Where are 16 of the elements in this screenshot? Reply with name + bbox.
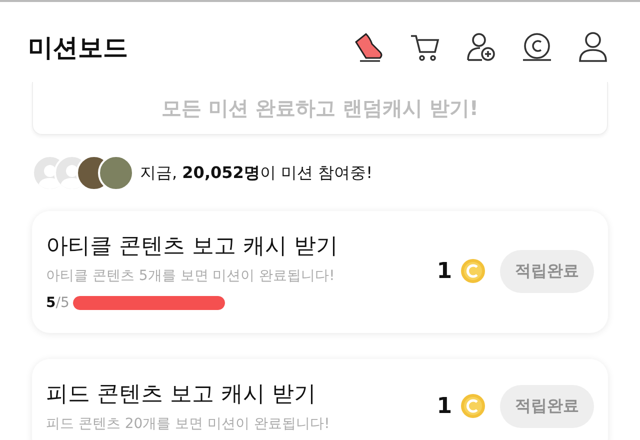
participants-text: 지금, 20,052명이 미션 참여중! xyxy=(140,162,373,184)
mission-description: 피드 콘텐츠 20개를 보면 미션이 완료됩니다! xyxy=(46,415,331,433)
reward-amount: 1 xyxy=(436,394,452,418)
mission-title: 피드 콘텐츠 보고 캐시 받기 xyxy=(46,381,317,409)
banner-text: 모든 미션 완료하고 랜덤캐시 받기! xyxy=(162,94,478,122)
reward-amount: 1 xyxy=(436,258,452,284)
mission-description: 아티클 콘텐츠 5개를 보면 미션이 완료됩니다! xyxy=(46,267,336,285)
page-title: 미션보드 xyxy=(28,32,128,64)
coin-icon[interactable] xyxy=(520,30,554,64)
banner-card[interactable]: 모든 미션 완료하고 랜덤캐시 받기! xyxy=(32,82,608,135)
progress-count: 5/5 xyxy=(46,295,70,311)
mission-title: 아티클 콘텐츠 보고 캐시 받기 xyxy=(46,233,339,261)
coin-icon xyxy=(460,258,486,284)
add-user-icon[interactable] xyxy=(464,30,498,64)
coin-icon xyxy=(460,393,486,419)
user-icon[interactable] xyxy=(576,30,610,64)
